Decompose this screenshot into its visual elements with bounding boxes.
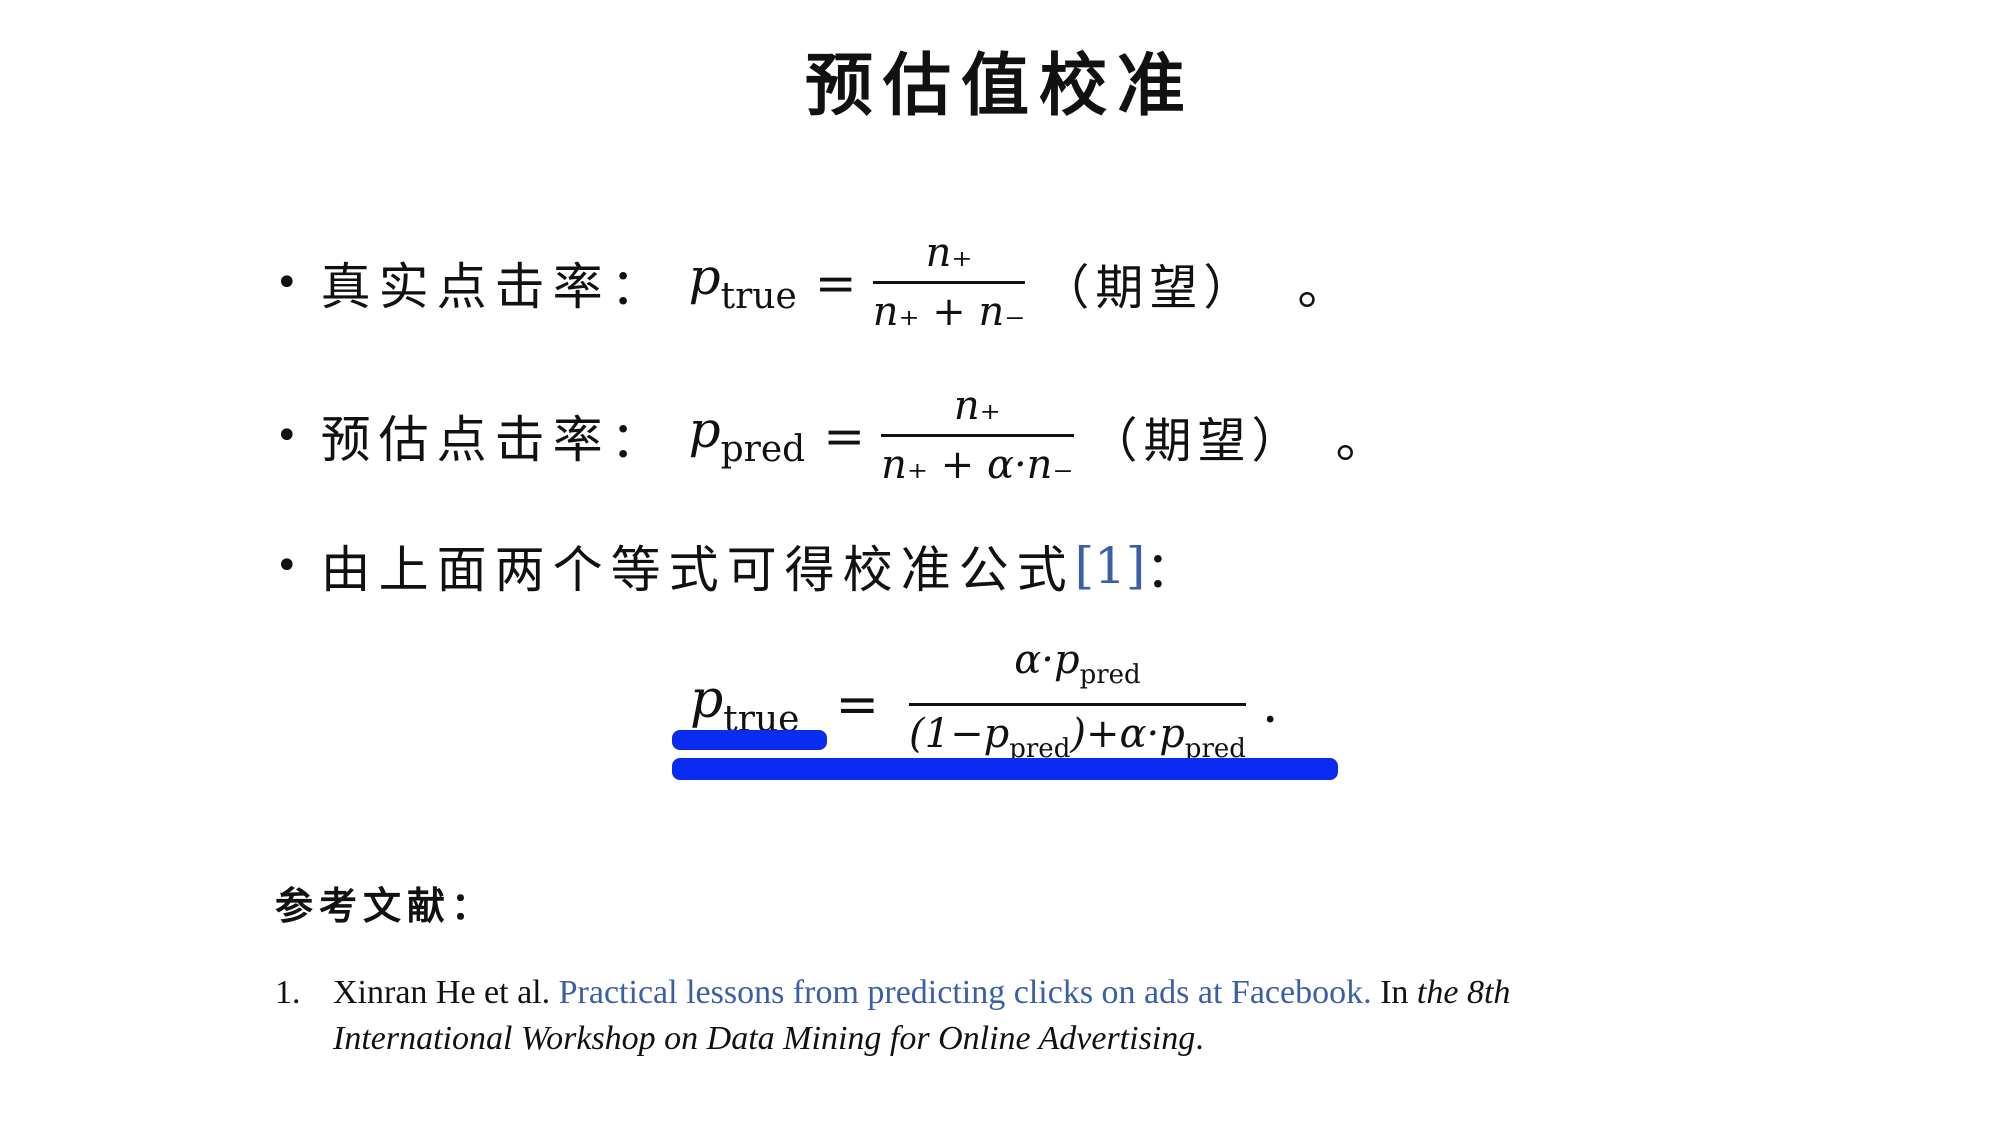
fraction: n₊ n₊ + α·n₋ (881, 378, 1074, 493)
bullet-label: 预估点击率： (320, 410, 669, 469)
slide-title: 预估值校准 (804, 46, 1195, 126)
highlight-lhs-underline (672, 730, 827, 750)
period-mark: 。 (1297, 257, 1348, 316)
formula-lhs: ptrue (690, 669, 800, 740)
reference-venue-cont: International Workshop on Data Mining fo… (333, 1020, 1196, 1057)
expectation-note: （期望） (1089, 412, 1306, 469)
bullet-label: 由上面两个等式可得校准公式 (320, 541, 1075, 599)
reference-authors: Xinran He et al. (333, 974, 551, 1011)
bullet-dot: • (275, 412, 299, 459)
formula-lhs: ppred (688, 401, 806, 470)
reference-in: In (1380, 974, 1409, 1011)
reference-title-link[interactable]: Practical lessons from predicting clicks… (559, 974, 1372, 1011)
fraction-denominator: n₊ + α·n₋ (881, 442, 1074, 488)
formula-period: . (1261, 674, 1279, 735)
highlight-formula-underline (672, 758, 1338, 780)
fraction-numerator: n₊ (953, 383, 1001, 429)
bullet-dot: • (275, 259, 299, 306)
fraction: α·ppred (1−ppred)+α·ppred (909, 632, 1246, 777)
bullet-pred-ctr: • 预估点击率： ppred = n₊ n₊ + α·n₋ （期望） 。 (275, 378, 1386, 493)
reference-link[interactable]: [1] (1075, 537, 1146, 595)
bullet-true-ctr: • 真实点击率： ptrue = n₊ n₊ + n₋ （期望） 。 (275, 225, 1347, 340)
fraction-numerator: α·ppred (1014, 637, 1141, 690)
fraction-denominator: n₊ + n₋ (872, 289, 1026, 335)
bullet-dot: • (275, 543, 299, 589)
period-mark: 。 (1335, 410, 1386, 469)
expectation-note: （期望） (1041, 259, 1258, 316)
bullet-derivation: • 由上面两个等式可得校准公式 [1]： (275, 530, 1195, 602)
formula-lhs: ptrue (688, 248, 797, 317)
reference-item: 1. Xinran He et al. Practical lessons fr… (275, 970, 1725, 1062)
fraction: n₊ n₊ + n₋ (872, 225, 1026, 340)
bullet-label: 真实点击率： (320, 257, 669, 316)
equals-sign: = (814, 253, 857, 312)
reference-venue: the 8th (1416, 974, 1511, 1011)
colon: ： (1145, 541, 1196, 599)
reference-number: 1. (275, 974, 301, 1011)
equals-sign: = (823, 406, 866, 465)
calibration-formula: ptrue = α·ppred (1−ppred)+α·ppred . (690, 632, 1278, 777)
equals-sign: = (835, 674, 880, 735)
fraction-numerator: n₊ (925, 230, 973, 276)
references-heading: 参考文献： (275, 883, 496, 928)
